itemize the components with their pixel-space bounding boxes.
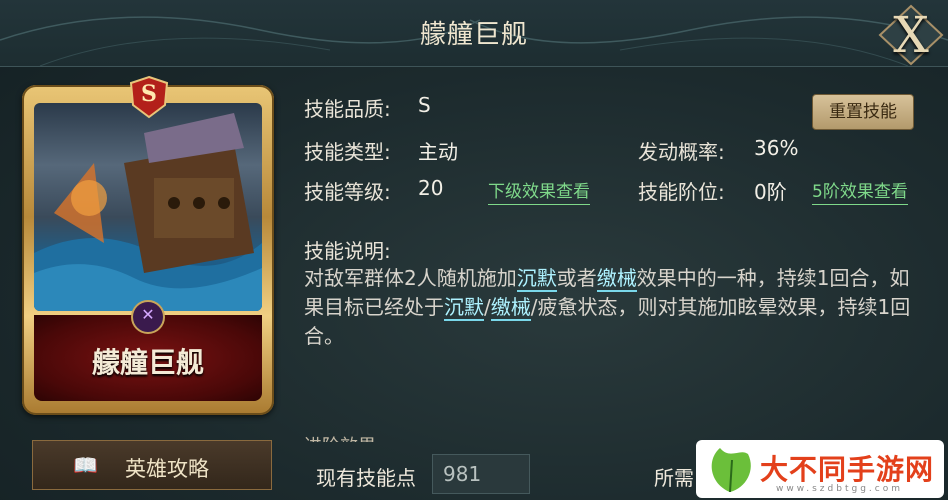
hero-guide-button[interactable]: 📖 英雄攻略 — [32, 440, 272, 490]
grade-badge: S — [127, 75, 171, 119]
tier5-effect-link[interactable]: 5阶效果查看 — [812, 177, 908, 205]
skill-description: 对敌军群体2人随机施加沉默或者缴械效果中的一种，持续1回合，如果目标已经处于沉默… — [304, 266, 911, 348]
watermark-logo: 大不同手游网 www.szdbtgg.com — [696, 440, 944, 498]
next-level-effect-link[interactable]: 下级效果查看 — [488, 177, 590, 205]
watermark-text: 大不同手游网 — [760, 453, 935, 486]
skill-points-value: 981 — [432, 454, 530, 494]
skill-type-value: 主动 — [418, 140, 458, 164]
keyword-disarm[interactable]: 缴械 — [490, 295, 531, 321]
skill-level-value: 20 — [418, 176, 444, 200]
skill-level-label: 技能等级: — [304, 180, 391, 204]
required-points-label: 所需 — [654, 466, 694, 490]
watermark-url: www.szdbtgg.com — [776, 484, 903, 494]
trigger-chance-value: 36% — [754, 136, 799, 160]
crossed-swords-icon: ✕ — [131, 300, 165, 334]
keyword-disarm[interactable]: 缴械 — [596, 266, 637, 292]
reset-skill-button[interactable]: 重置技能 — [812, 94, 914, 130]
advance-effect-title: 进阶效果 — [304, 432, 376, 442]
card-name: 艨艟巨舰 — [91, 346, 204, 379]
hero-guide-label: 英雄攻略 — [125, 457, 209, 481]
leaf-logo-icon — [711, 448, 751, 493]
keyword-silence[interactable]: 沉默 — [516, 266, 557, 292]
skill-quality-value: S — [418, 93, 431, 117]
card-artwork — [34, 103, 262, 311]
hero-card: 艨艟巨舰 — [22, 85, 274, 415]
skill-tier-label: 技能阶位: — [638, 180, 725, 204]
book-icon: 📖 — [73, 453, 98, 477]
skill-points-label: 现有技能点 — [316, 466, 416, 490]
skill-description-title: 技能说明: — [304, 239, 391, 263]
trigger-chance-label: 发动概率: — [638, 140, 725, 164]
keyword-silence[interactable]: 沉默 — [444, 295, 484, 321]
title-bar: 艨艟巨舰 — [0, 0, 948, 67]
skill-type-label: 技能类型: — [304, 140, 391, 164]
skill-quality-label: 技能品质: — [304, 97, 391, 121]
skill-tier-value: 0阶 — [754, 180, 787, 204]
page-title: 艨艟巨舰 — [419, 20, 528, 50]
close-button[interactable]: X — [876, 4, 946, 66]
